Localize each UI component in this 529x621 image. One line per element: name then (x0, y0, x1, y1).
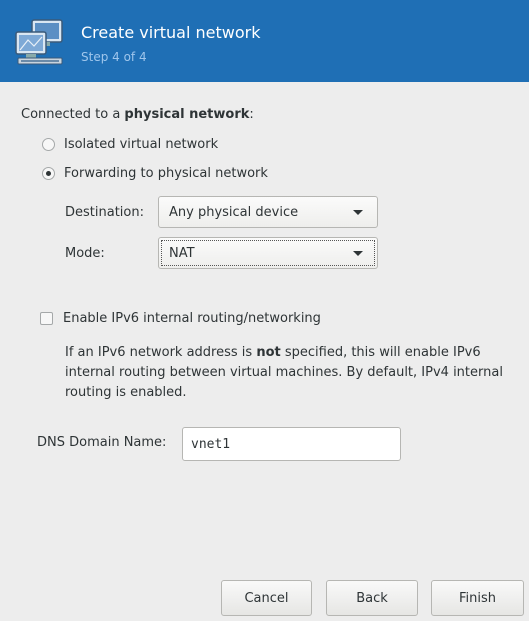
forwarding-network-option[interactable]: Forwarding to physical network (42, 164, 268, 182)
enable-ipv6-label: Enable IPv6 internal routing/networking (63, 311, 321, 326)
isolated-network-option[interactable]: Isolated virtual network (42, 135, 218, 153)
isolated-network-label: Isolated virtual network (64, 136, 219, 152)
section-heading-prefix: Connected to a (21, 107, 125, 122)
enable-ipv6-checkbox[interactable] (40, 312, 53, 325)
enable-ipv6-option[interactable]: Enable IPv6 internal routing/networking (40, 311, 321, 326)
mode-label: Mode: (65, 246, 105, 261)
finish-button[interactable]: Finish (431, 580, 524, 616)
wizard-header: Create virtual network Step 4 of 4 (0, 0, 529, 82)
section-heading: Connected to a physical network: (21, 107, 254, 122)
destination-value: Any physical device (169, 204, 299, 220)
wizard-title: Create virtual network (81, 23, 261, 42)
back-button[interactable]: Back (326, 580, 418, 616)
destination-label: Destination: (65, 205, 144, 220)
chevron-down-icon (353, 210, 363, 215)
dns-domain-input[interactable] (182, 427, 401, 461)
mode-dropdown[interactable]: NAT (158, 237, 378, 269)
ipv6-info-bold: not (256, 345, 281, 360)
wizard-step-indicator: Step 4 of 4 (81, 50, 147, 64)
destination-dropdown[interactable]: Any physical device (158, 196, 378, 228)
chevron-down-icon (353, 251, 363, 256)
dns-domain-label: DNS Domain Name: (37, 435, 167, 450)
section-heading-bold: physical network (124, 107, 250, 122)
ipv6-info-part1: If an IPv6 network address is (65, 345, 257, 360)
network-computers-icon (15, 19, 63, 65)
cancel-button[interactable]: Cancel (221, 580, 312, 616)
mode-value: NAT (169, 245, 195, 261)
forwarding-network-label: Forwarding to physical network (64, 165, 268, 181)
forwarding-network-radio[interactable] (42, 166, 55, 180)
ipv6-info-text: If an IPv6 network address is not specif… (65, 343, 523, 403)
section-heading-suffix: : (249, 107, 254, 122)
isolated-network-radio[interactable] (42, 137, 55, 151)
